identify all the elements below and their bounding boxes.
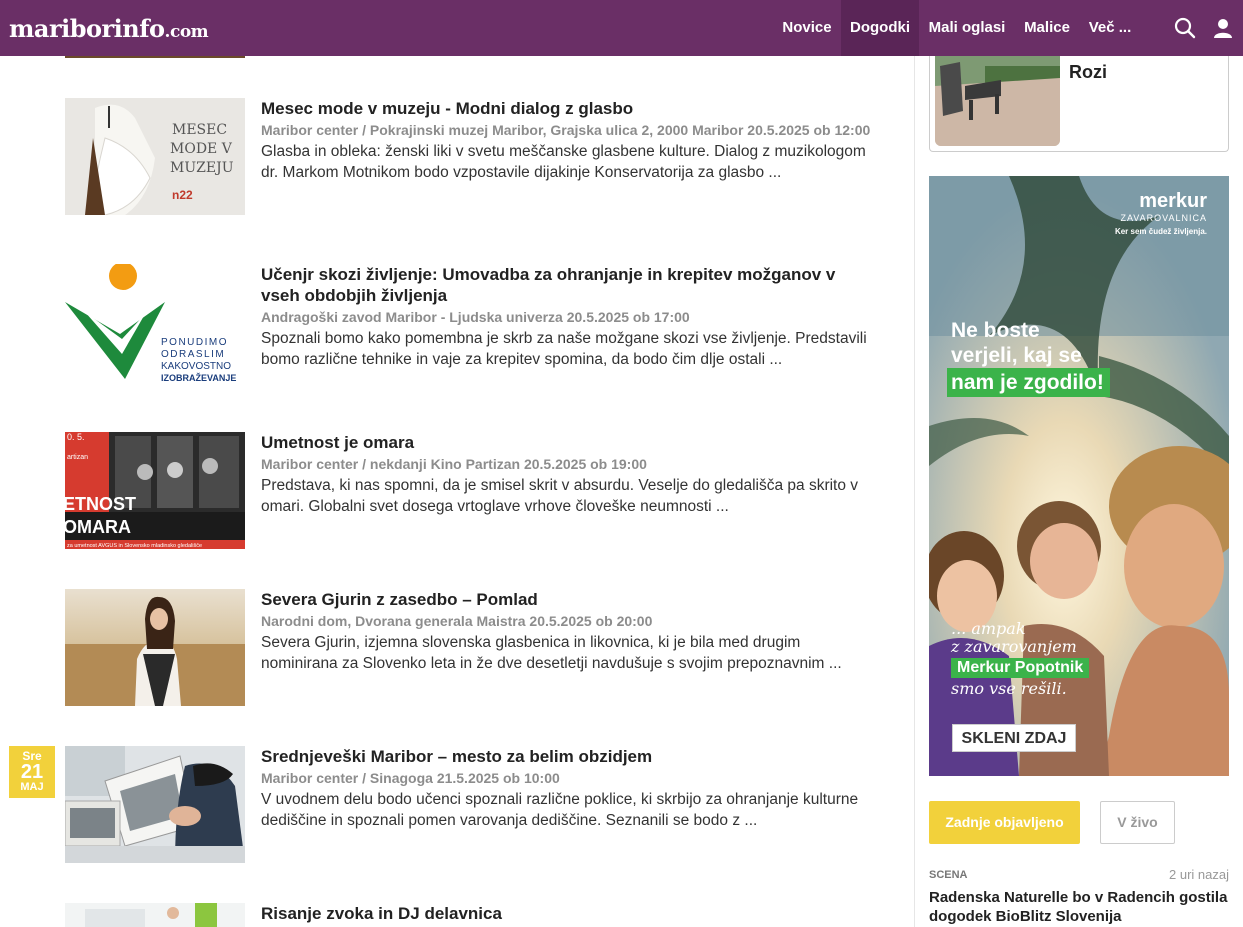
column-divider (914, 56, 915, 927)
event-meta: Maribor center / nekdanji Kino Partizan … (261, 456, 647, 472)
svg-text:KAKOVOSTNO: KAKOVOSTNO (161, 361, 231, 372)
date-badge-number: 21 (20, 761, 44, 783)
event-meta: Maribor center / Pokrajinski muzej Marib… (261, 122, 871, 138)
svg-text:IZOBRAŽEVANJE: IZOBRAŽEVANJE (161, 372, 236, 381)
ad-brand-logo: merkur ZAVAROVALNICA Ker sem čudež življ… (1114, 190, 1207, 236)
event-thumbnail[interactable] (65, 903, 245, 927)
ad-tagline: ... ampak z zavarovanjem Merkur Popotnik… (951, 620, 1090, 698)
svg-text:n22: n22 (172, 188, 193, 202)
date-badge-month: MAJ (20, 781, 44, 793)
top-header: mariborinfo.com Novice Dogodki Mali ogla… (0, 0, 1243, 56)
event-meta: Maribor center / Sinagoga 21.5.2025 ob 1… (261, 770, 560, 786)
event-title[interactable]: Mesec mode v muzeju - Modni dialog z gla… (261, 98, 876, 119)
sidebar-card-image[interactable] (935, 56, 1060, 146)
svg-text:PONUDIMO: PONUDIMO (161, 337, 228, 348)
nav-malice[interactable]: Malice (1017, 0, 1077, 56)
date-badge: Sre 21 MAJ (9, 746, 55, 798)
event-description: Severa Gjurin, izjemna slovenska glasben… (261, 634, 842, 672)
sidebar-featured-card[interactable]: Rozi (929, 56, 1229, 152)
tab-latest[interactable]: Zadnje objavljeno (929, 801, 1080, 844)
news-category: SCENA (929, 869, 968, 881)
news-timestamp: 2 uri nazaj (1169, 867, 1229, 882)
user-icon[interactable] (1211, 16, 1235, 40)
svg-text:MODE V: MODE V (170, 141, 233, 157)
svg-text:ODRASLIM: ODRASLIM (161, 349, 225, 360)
event-description: Glasba in obleka: ženski liki v svetu me… (261, 143, 866, 181)
sidebar-card-title[interactable]: Rozi (1069, 62, 1107, 83)
nav-mali-oglasi[interactable]: Mali oglasi (922, 0, 1012, 56)
event-thumbnail[interactable]: PONUDIMO ODRASLIM KAKOVOSTNO IZOBRAŽEVAN… (65, 264, 245, 381)
ad-headline: Ne boste verjeli, kaj se nam je zgodilo! (947, 318, 1110, 397)
event-title[interactable]: Učenjr skozi življenje: Umovadba za ohra… (261, 264, 876, 306)
nav-dogodki[interactable]: Dogodki (841, 0, 919, 56)
nav-vec[interactable]: Več ... (1081, 0, 1139, 56)
previous-item-thumbnail-edge (65, 56, 245, 58)
svg-text:MESEC: MESEC (172, 122, 227, 138)
event-description: Spoznali bomo kako pomembna je skrb za n… (261, 330, 867, 368)
event-title[interactable]: Severa Gjurin z zasedbo – Pomlad (261, 589, 876, 610)
svg-text:OMARA: OMARA (65, 517, 131, 537)
nav-novice[interactable]: Novice (775, 0, 839, 56)
svg-text:0. 5.: 0. 5. (67, 432, 85, 442)
svg-text:artizan: artizan (67, 454, 88, 461)
event-thumbnail[interactable]: MESEC MODE V MUZEJU n22 (65, 98, 245, 215)
merkur-ad-banner[interactable]: merkur ZAVAROVALNICA Ker sem čudež življ… (929, 176, 1229, 776)
news-title[interactable]: Radenska Naturelle bo v Radencih gostila… (929, 888, 1229, 926)
search-icon[interactable] (1173, 16, 1197, 40)
event-meta: Andragoški zavod Maribor - Ljudska unive… (261, 309, 690, 325)
site-logo[interactable]: mariborinfo.com (9, 14, 209, 43)
svg-text:za umetnost AVGUS in Slovensko: za umetnost AVGUS in Slovensko mladinsko… (67, 543, 202, 549)
ad-cta-button[interactable]: SKLENI ZDAJ (952, 724, 1076, 752)
tab-live[interactable]: V živo (1100, 801, 1175, 844)
event-description: Predstava, ki nas spomni, da je smisel s… (261, 477, 859, 515)
event-thumbnail[interactable]: 0. 5. artizan ETNOST OMARA za umetnost A… (65, 432, 245, 549)
svg-text:MUZEJU: MUZEJU (170, 160, 234, 176)
event-thumbnail[interactable] (65, 746, 245, 863)
svg-text:ETNOST: ETNOST (65, 494, 136, 514)
event-meta: Narodni dom, Dvorana generala Maistra 20… (261, 613, 653, 629)
event-title[interactable]: Risanje zvoka in DJ delavnica (261, 903, 876, 924)
event-title[interactable]: Umetnost je omara (261, 432, 876, 453)
event-thumbnail[interactable] (65, 589, 245, 706)
event-description: V uvodnem delu bodo učenci spoznali razl… (261, 791, 859, 829)
event-title[interactable]: Srednjeveški Maribor – mesto za belim ob… (261, 746, 876, 767)
